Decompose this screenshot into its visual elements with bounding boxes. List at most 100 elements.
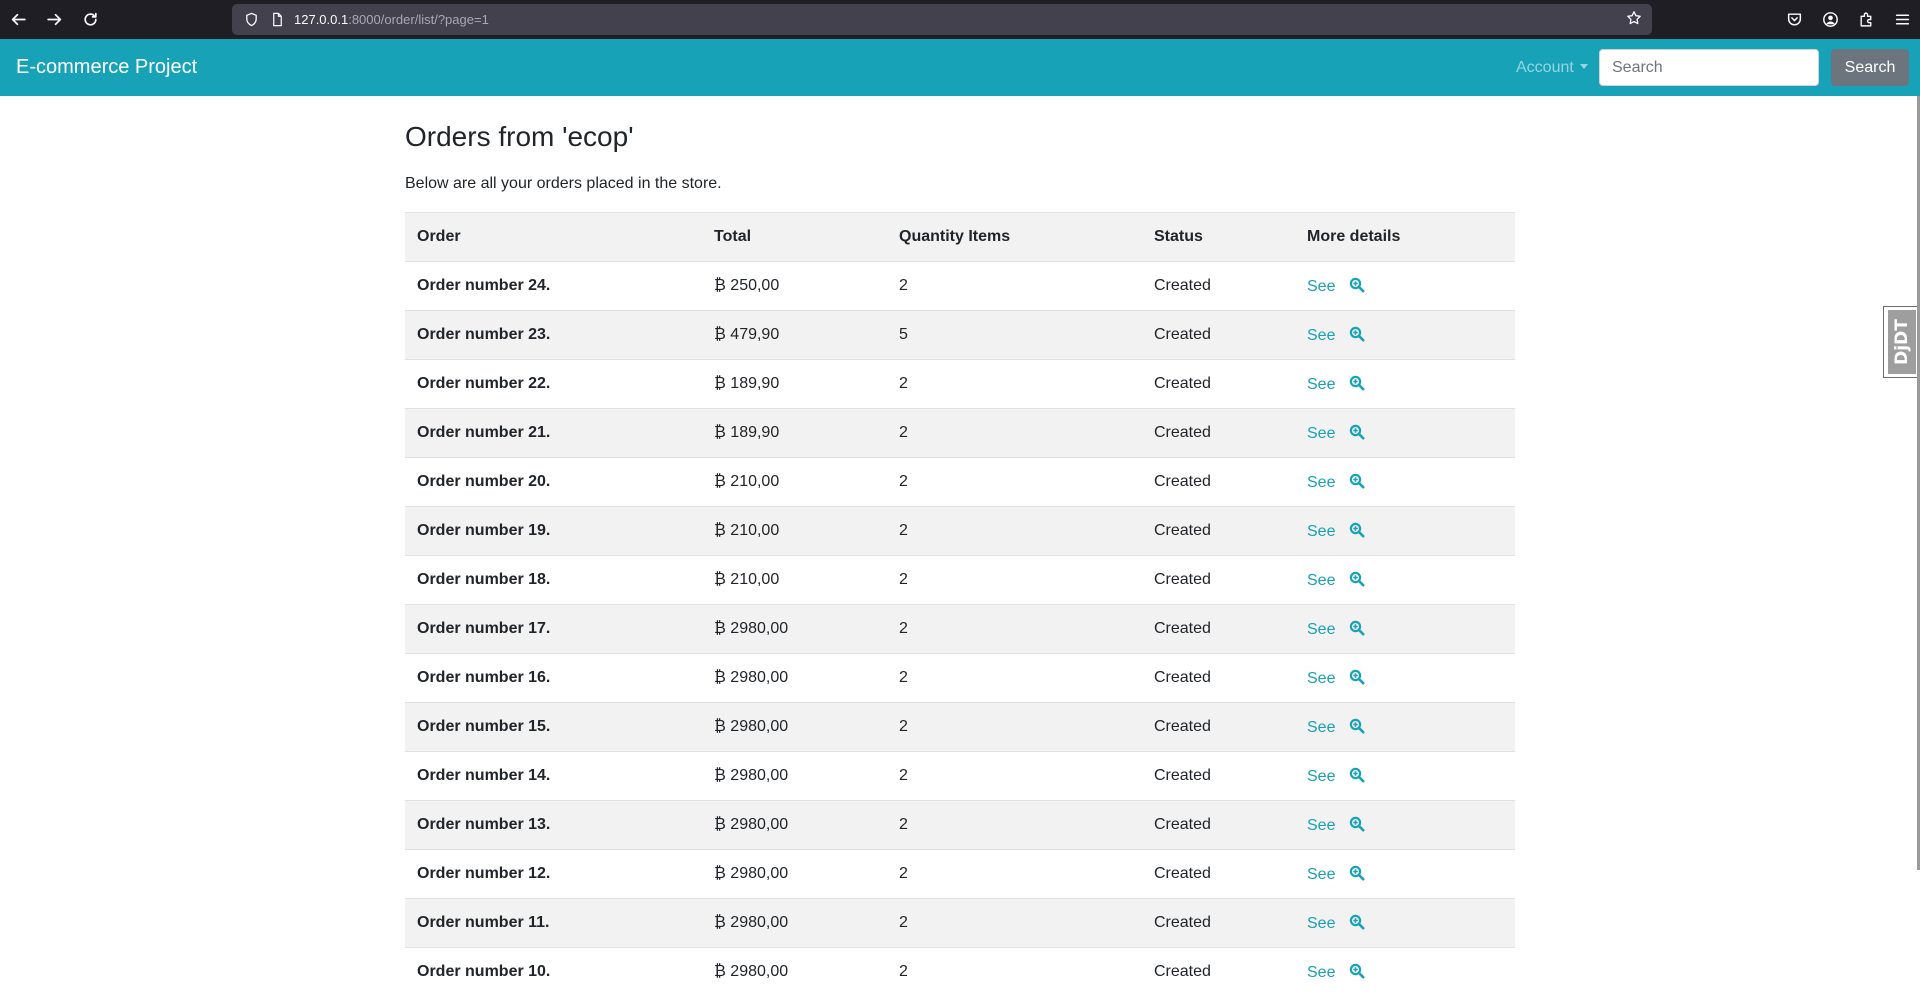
debug-toolbar-label: DjDT (1892, 319, 1912, 365)
see-order-link[interactable]: See (1307, 376, 1335, 393)
table-header-row: Order Total Quantity Items Status More d… (405, 212, 1515, 262)
table-row: Order number 17. ₿ 2980,00 2 Created See (405, 604, 1515, 654)
order-number: Order number 18. (405, 555, 702, 605)
more-details-cell: See (1295, 359, 1515, 409)
order-status: Created (1142, 653, 1295, 703)
see-order-link[interactable]: See (1307, 670, 1335, 687)
order-total: ₿ 479,90 (702, 310, 887, 360)
table-row: Order number 13. ₿ 2980,00 2 Created See (405, 800, 1515, 850)
pocket-button[interactable] (1776, 0, 1812, 39)
more-details-cell: See (1295, 408, 1515, 458)
table-row: Order number 21. ₿ 189,90 2 Created See (405, 408, 1515, 458)
more-details-cell: See (1295, 800, 1515, 850)
reload-button[interactable] (72, 0, 108, 39)
see-order-link[interactable]: See (1307, 621, 1335, 638)
page-description: Below are all your orders placed in the … (405, 175, 722, 192)
zoom-in-icon[interactable] (1349, 277, 1365, 295)
see-order-link[interactable]: See (1307, 474, 1335, 491)
search-input[interactable] (1599, 49, 1819, 86)
more-details-cell: See (1295, 849, 1515, 899)
puzzle-icon (1859, 12, 1871, 27)
order-total: ₿ 2980,00 (702, 751, 887, 801)
zoom-in-icon[interactable] (1349, 865, 1365, 883)
order-total: ₿ 2980,00 (702, 849, 887, 899)
see-order-link[interactable]: See (1307, 278, 1335, 295)
menu-button[interactable] (1884, 0, 1920, 39)
order-status: Created (1142, 408, 1295, 458)
orders-table: Order Total Quantity Items Status More d… (405, 212, 1515, 997)
zoom-in-icon[interactable] (1349, 620, 1365, 638)
order-total: ₿ 210,00 (702, 457, 887, 507)
order-total: ₿ 2980,00 (702, 947, 887, 997)
see-order-link[interactable]: See (1307, 768, 1335, 785)
order-status: Created (1142, 555, 1295, 605)
zoom-in-icon[interactable] (1349, 473, 1365, 491)
see-order-link[interactable]: See (1307, 866, 1335, 883)
see-order-link[interactable]: See (1307, 915, 1335, 932)
url-text[interactable]: 127.0.0.1:8000/order/list/?page=1 (294, 12, 489, 27)
order-total: ₿ 250,00 (702, 261, 887, 311)
see-order-link[interactable]: See (1307, 572, 1335, 589)
account-button[interactable] (1812, 0, 1848, 39)
more-details-cell: See (1295, 506, 1515, 556)
order-quantity: 2 (887, 261, 1142, 311)
hamburger-menu-icon (1895, 14, 1909, 25)
order-number: Order number 19. (405, 506, 702, 556)
see-order-link[interactable]: See (1307, 523, 1335, 540)
star-icon[interactable] (1626, 10, 1644, 28)
user-circle-icon (1822, 12, 1838, 27)
order-total: ₿ 2980,00 (702, 653, 887, 703)
arrow-left-icon (11, 13, 26, 26)
extensions-button[interactable] (1848, 0, 1884, 39)
zoom-in-icon[interactable] (1349, 816, 1365, 834)
table-row: Order number 20. ₿ 210,00 2 Created See (405, 457, 1515, 507)
search-button[interactable]: Search (1831, 49, 1909, 86)
order-total: ₿ 2980,00 (702, 800, 887, 850)
site-navbar: E-commerce Project Account Search (0, 39, 1920, 96)
address-bar[interactable]: 127.0.0.1:8000/order/list/?page=1 (232, 4, 1652, 35)
more-details-cell: See (1295, 604, 1515, 654)
table-row: Order number 24. ₿ 250,00 2 Created See (405, 261, 1515, 311)
order-quantity: 2 (887, 457, 1142, 507)
zoom-in-icon[interactable] (1349, 571, 1365, 589)
debug-toolbar-handle[interactable]: DjDT (1883, 306, 1920, 378)
table-row: Order number 16. ₿ 2980,00 2 Created See (405, 653, 1515, 703)
see-order-link[interactable]: See (1307, 327, 1335, 344)
zoom-in-icon[interactable] (1349, 522, 1365, 540)
brand-link[interactable]: E-commerce Project (16, 39, 197, 96)
see-order-link[interactable]: See (1307, 817, 1335, 834)
order-status: Created (1142, 457, 1295, 507)
page-icon[interactable] (268, 11, 286, 29)
see-order-link[interactable]: See (1307, 964, 1335, 981)
zoom-in-icon[interactable] (1349, 326, 1365, 344)
zoom-in-icon[interactable] (1349, 718, 1365, 736)
order-status: Created (1142, 261, 1295, 311)
shield-icon[interactable] (242, 11, 260, 29)
more-details-cell: See (1295, 751, 1515, 801)
see-order-link[interactable]: See (1307, 719, 1335, 736)
order-number: Order number 11. (405, 898, 702, 948)
order-status: Created (1142, 310, 1295, 360)
see-order-link[interactable]: See (1307, 425, 1335, 442)
order-number: Order number 12. (405, 849, 702, 899)
zoom-in-icon[interactable] (1349, 375, 1365, 393)
order-total: ₿ 189,90 (702, 359, 887, 409)
zoom-in-icon[interactable] (1349, 424, 1365, 442)
order-quantity: 2 (887, 555, 1142, 605)
back-button[interactable] (0, 0, 36, 39)
order-quantity: 2 (887, 898, 1142, 948)
table-row: Order number 23. ₿ 479,90 5 Created See (405, 310, 1515, 360)
order-number: Order number 21. (405, 408, 702, 458)
zoom-in-icon[interactable] (1349, 767, 1365, 785)
zoom-in-icon[interactable] (1349, 669, 1365, 687)
reload-icon (83, 12, 97, 26)
table-row: Order number 11. ₿ 2980,00 2 Created See (405, 898, 1515, 948)
zoom-in-icon[interactable] (1349, 914, 1365, 932)
account-dropdown[interactable]: Account (1516, 39, 1588, 96)
page-title: Orders from 'ecop' (405, 121, 634, 152)
order-status: Created (1142, 898, 1295, 948)
order-status: Created (1142, 800, 1295, 850)
zoom-in-icon[interactable] (1349, 963, 1365, 981)
order-quantity: 2 (887, 947, 1142, 997)
forward-button[interactable] (36, 0, 72, 39)
